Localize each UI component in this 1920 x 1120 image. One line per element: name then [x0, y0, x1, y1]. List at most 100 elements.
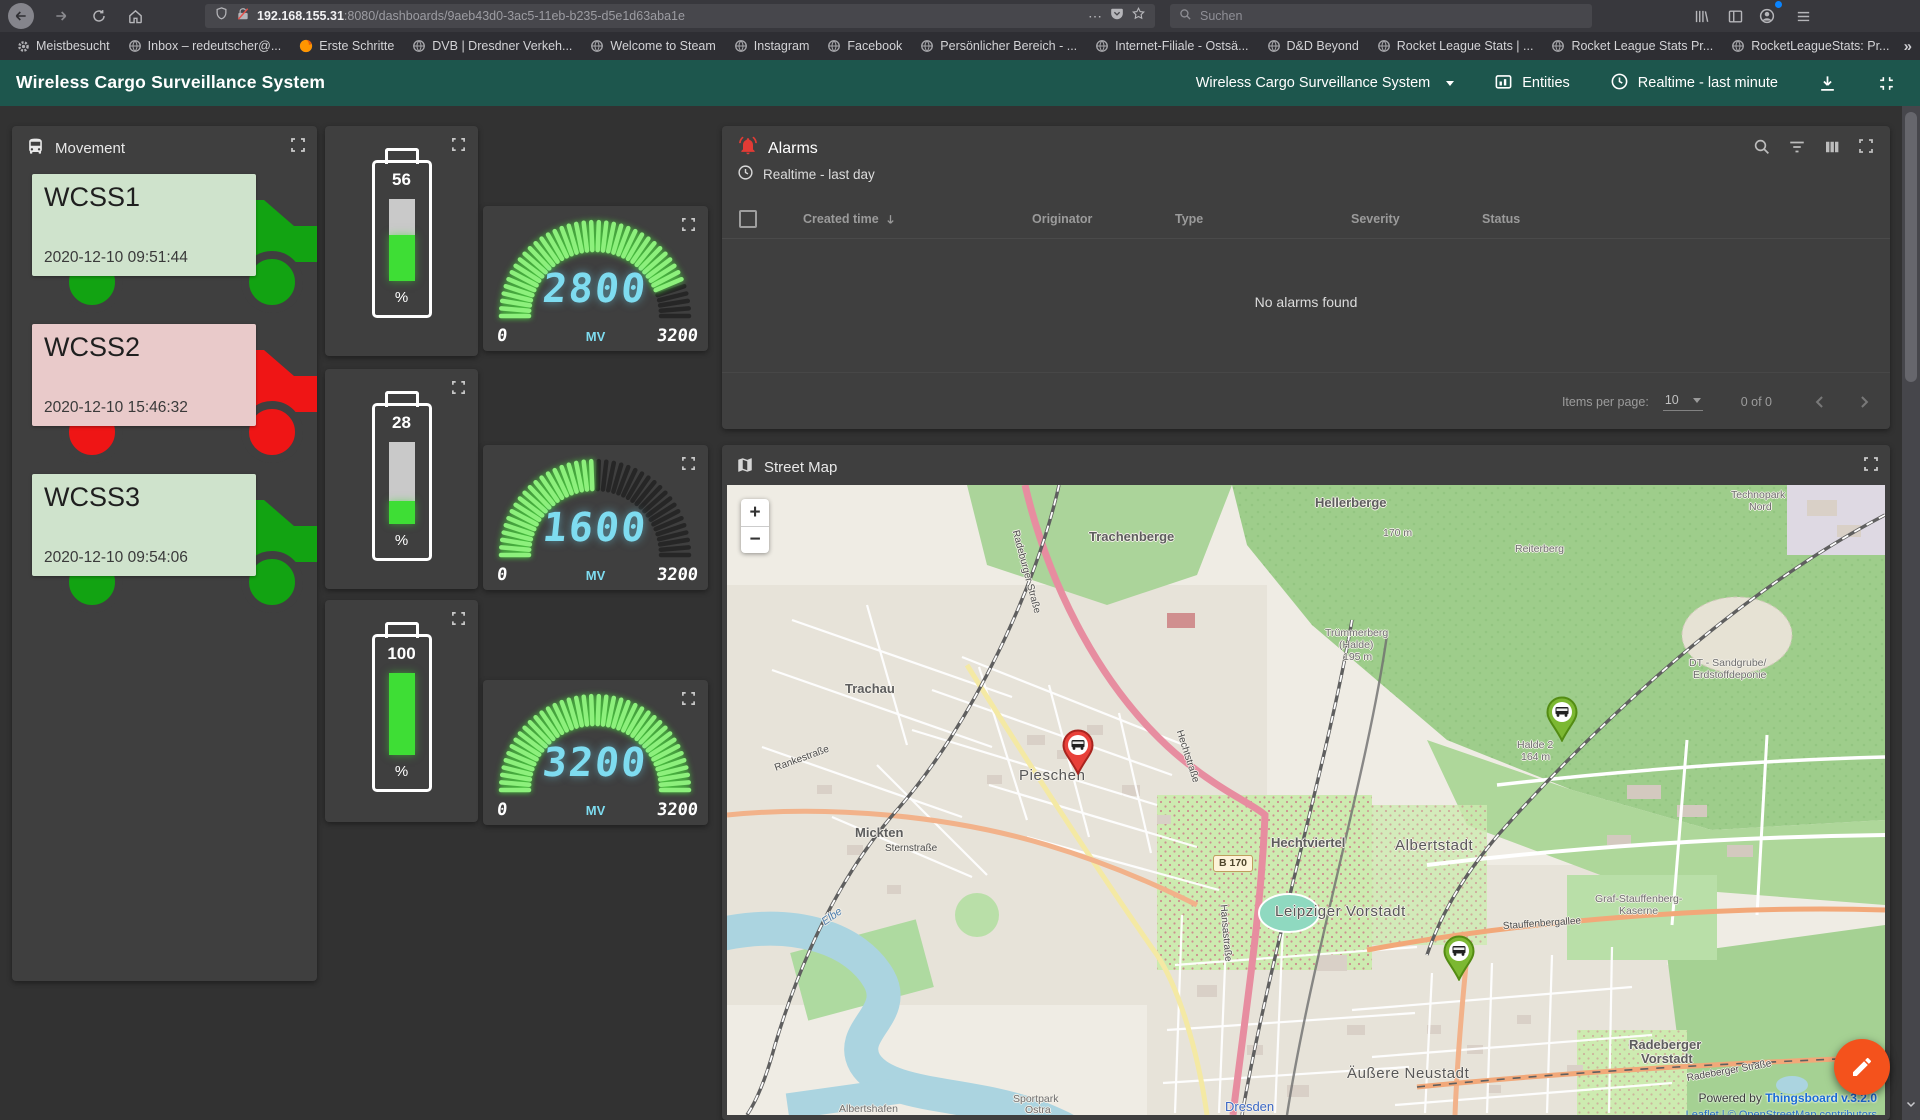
dashboard-title: Wireless Cargo Surveillance System	[16, 72, 325, 93]
items-per-page-select[interactable]: 10	[1663, 393, 1703, 411]
battery-value: 56	[375, 170, 429, 190]
url-text: 192.168.155.31:8080/dashboards/9aeb43d0-…	[257, 9, 1081, 23]
bookmark-item[interactable]: D&D Beyond	[1258, 32, 1368, 60]
bookmark-item[interactable]: DVB | Dresdner Verkeh...	[403, 32, 581, 60]
forward-button[interactable]	[48, 3, 74, 29]
battery-empty-segment	[389, 442, 415, 501]
bookmark-item[interactable]: Erste Schritte	[290, 32, 403, 60]
movement-item[interactable]: WCSS12020-12-10 09:51:44	[32, 166, 317, 316]
expand-icon[interactable]	[1858, 138, 1874, 156]
map-label: Erdstoffdeponie	[1693, 669, 1766, 681]
map-marker-red[interactable]	[1061, 729, 1095, 775]
bookmark-item[interactable]: Rocket League Stats | ...	[1368, 32, 1543, 60]
alarms-timewindow[interactable]: Realtime - last day	[737, 164, 875, 184]
bookmark-item[interactable]: Facebook	[818, 32, 911, 60]
insecure-lock-icon[interactable]	[236, 7, 250, 26]
page-actions-icon[interactable]: ⋯	[1088, 8, 1103, 25]
search-input[interactable]: Suchen	[1170, 4, 1592, 28]
battery-gauge: 56 %	[372, 160, 432, 318]
scrollbar-thumb[interactable]	[1905, 112, 1917, 382]
next-page-button[interactable]	[1854, 392, 1874, 412]
shield-icon[interactable]	[214, 6, 229, 26]
entity-name: WCSS3	[44, 482, 244, 513]
url-bar[interactable]: 192.168.155.31:8080/dashboards/9aeb43d0-…	[205, 4, 1155, 28]
sidebar-icon[interactable]	[1722, 3, 1748, 29]
column-header-status[interactable]: Status	[1482, 212, 1520, 226]
edit-dashboard-fab[interactable]	[1834, 1039, 1890, 1095]
alarms-title: Alarms	[738, 136, 818, 161]
map-marker-green[interactable]	[1442, 935, 1476, 981]
map-marker-green[interactable]	[1545, 696, 1579, 742]
previous-page-button[interactable]	[1810, 392, 1830, 412]
column-header-type[interactable]: Type	[1175, 212, 1203, 226]
library-icon[interactable]	[1688, 3, 1714, 29]
back-button[interactable]	[8, 3, 34, 29]
gauge-max-label: 3200	[656, 800, 699, 820]
reload-button[interactable]	[86, 3, 112, 29]
bookmark-item[interactable]: Persönlicher Bereich - ...	[911, 32, 1086, 60]
bookmark-label: Welcome to Steam	[610, 39, 715, 53]
map-label: Äußere Neustadt	[1347, 1065, 1469, 1082]
leaflet-attribution[interactable]: Leaflet | © OpenStreetMap contributors	[1686, 1109, 1877, 1115]
entity-timestamp: 2020-12-10 09:54:06	[44, 549, 188, 567]
expand-icon[interactable]	[1862, 456, 1879, 473]
gauge-value: 1600	[488, 505, 703, 551]
bookmark-item[interactable]: Welcome to Steam	[581, 32, 724, 60]
bookmark-item[interactable]: Instagram	[725, 32, 819, 60]
expand-icon[interactable]	[289, 137, 306, 154]
bookmarks-overflow-chevron[interactable]: »	[1904, 38, 1912, 55]
select-all-checkbox[interactable]	[739, 210, 757, 228]
map-label: Nord	[1749, 501, 1772, 513]
map-label: (Halde)	[1339, 639, 1373, 651]
exit-fullscreen-button[interactable]	[1877, 74, 1896, 93]
bookmark-item[interactable]: RocketLeagueStats: Pr...	[1722, 32, 1898, 60]
expand-icon[interactable]	[450, 380, 467, 397]
expand-icon[interactable]	[450, 137, 467, 154]
account-icon[interactable]	[1754, 3, 1780, 29]
battery-unit: %	[375, 763, 429, 780]
movement-item[interactable]: WCSS3 2020-12-10 09:54:06	[32, 466, 317, 616]
bookmark-star-icon[interactable]	[1131, 6, 1146, 26]
map-label: 164 m	[1521, 751, 1550, 763]
entities-button[interactable]: Entities	[1494, 72, 1570, 95]
column-header-severity[interactable]: Severity	[1351, 212, 1400, 226]
home-button[interactable]	[122, 3, 148, 29]
filter-icon[interactable]	[1788, 138, 1806, 156]
bookmark-label: Facebook	[847, 39, 902, 53]
movement-item[interactable]: WCSS22020-12-10 15:46:32	[32, 316, 317, 466]
bookmark-item[interactable]: Internet-Filiale - Ostsä...	[1086, 32, 1257, 60]
map-label: Leipziger Vorstadt	[1275, 903, 1406, 920]
search-icon[interactable]	[1753, 138, 1771, 156]
column-header-created-time[interactable]: Created time	[803, 212, 897, 226]
timewindow-button[interactable]: Realtime - last minute	[1610, 72, 1778, 95]
map-label: Albertstadt	[1395, 837, 1473, 854]
zoom-out-button[interactable]: −	[741, 526, 769, 553]
scroll-down-chevron-icon[interactable]	[1905, 1098, 1917, 1110]
entity-name: WCSS1	[44, 182, 244, 213]
bookmark-item[interactable]: Meistbesucht	[8, 32, 119, 60]
map-label: Graf-Stauffenberg-	[1595, 893, 1682, 905]
map-label: Trümmerberg	[1325, 627, 1388, 639]
bookmark-item[interactable]: Rocket League Stats Pr...	[1542, 32, 1722, 60]
gauge-max-label: 3200	[656, 565, 699, 585]
divider	[722, 372, 1890, 373]
battery-fill-segment	[389, 501, 415, 524]
chevron-down-icon	[1446, 81, 1454, 86]
map-zoom-control: + −	[741, 499, 769, 553]
dashboard-state-selector[interactable]: Wireless Cargo Surveillance System	[1196, 75, 1455, 91]
menu-icon[interactable]	[1790, 3, 1816, 29]
bookmark-label: RocketLeagueStats: Pr...	[1751, 39, 1889, 53]
expand-icon[interactable]	[450, 611, 467, 628]
export-button[interactable]	[1818, 74, 1837, 93]
street-map-widget: Street Map	[722, 445, 1890, 1120]
globe-icon	[734, 39, 748, 53]
bookmark-item[interactable]: Inbox – redeutscher@...	[119, 32, 291, 60]
columns-icon[interactable]	[1823, 138, 1841, 156]
column-header-originator[interactable]: Originator	[1032, 212, 1092, 226]
zoom-in-button[interactable]: +	[741, 499, 769, 526]
pocket-icon[interactable]	[1110, 7, 1124, 26]
bookmark-label: Meistbesucht	[36, 39, 110, 53]
map-canvas[interactable]: B 170 + − Powered by Thingsboard v.3.2.0…	[727, 485, 1885, 1115]
map-label: Mickten	[855, 825, 903, 840]
map-label: 195 m	[1343, 651, 1372, 663]
